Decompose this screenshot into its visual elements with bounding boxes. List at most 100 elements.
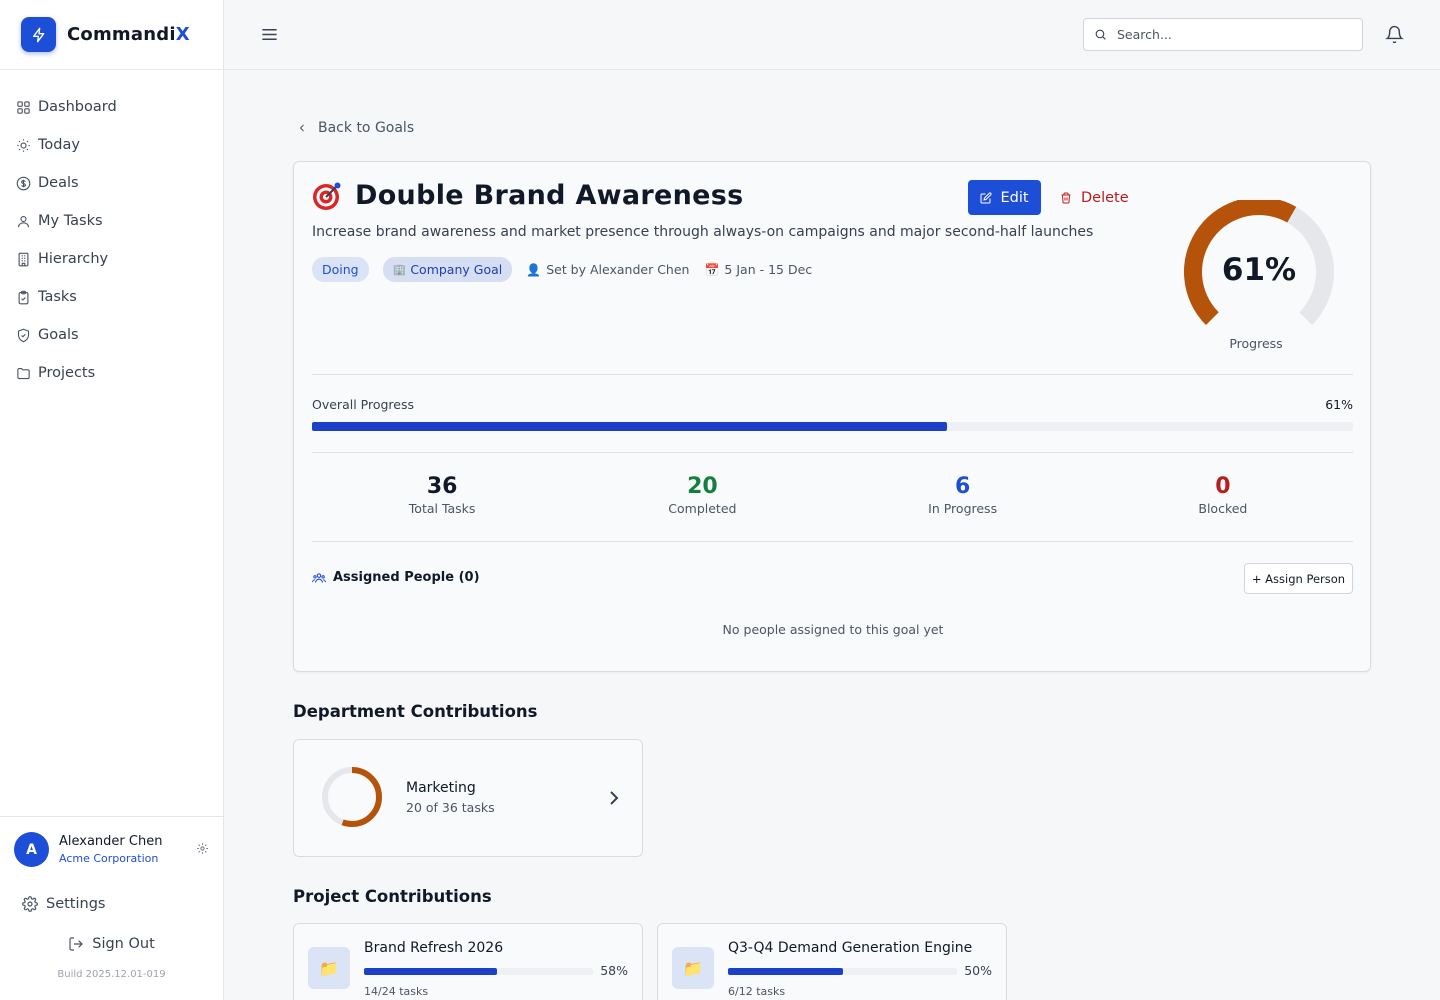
user-panel: A Alexander Chen Acme Corporation Settin… [0,816,223,1000]
stat-value: 20 [687,474,718,499]
folder-icon: 📁 [672,947,714,989]
project-progress-fill [364,968,497,975]
goal-date-range: 📅 5 Jan - 15 Dec [704,262,813,277]
divider [312,541,1353,542]
project-progress-fill [728,968,843,975]
stat-total-tasks: 36 Total Tasks [312,474,572,516]
sidebar-item-label: Goals [38,327,79,343]
edit-button[interactable]: Edit [968,180,1041,215]
overall-progress-bar [312,422,1353,431]
status-badge: Doing [312,257,369,282]
sidebar-item-tasks[interactable]: Tasks [0,278,223,316]
build-version: Build 2025.12.01-019 [57,969,166,980]
search-icon [1095,29,1106,40]
person-icon: 👤 [526,262,542,277]
sidebar-item-projects[interactable]: Projects [0,354,223,392]
brand[interactable]: CommandiX [0,0,223,70]
goal-header: Double Brand Awareness [312,180,744,211]
topbar [224,0,1440,70]
divider [312,452,1353,453]
back-to-goals-link[interactable]: Back to Goals [296,120,414,136]
stat-label: Blocked [1198,501,1248,516]
sidebar-item-label: Hierarchy [38,251,109,267]
target-icon [313,182,341,210]
project-name: Q3-Q4 Demand Generation Engine [728,940,973,956]
folder-icon [17,367,30,379]
folder-icon: 📁 [308,947,350,989]
stat-value: 6 [954,474,971,499]
gauge-value: 61% [1221,252,1297,288]
sidebar-item-label: Projects [38,365,96,381]
menu-toggle-icon[interactable] [260,25,279,44]
stat-blocked: 0 Blocked [1093,474,1353,516]
goal-title: Double Brand Awareness [355,180,744,211]
sidebar-item-today[interactable]: Today [0,126,223,164]
project-name: Brand Refresh 2026 [364,940,504,956]
overall-progress-fill [312,422,947,431]
project-card[interactable]: 📁 Brand Refresh 2026 58% 14/24 tasks [293,923,643,1000]
brand-name: CommandiX [67,24,190,45]
settings-link[interactable]: Settings [0,896,223,912]
department-card-marketing[interactable]: Marketing 20 of 36 tasks [293,739,643,857]
department-contributions-title: Department Contributions [293,702,538,721]
search-box[interactable] [1083,18,1363,51]
overall-progress-percent: 61% [1325,397,1353,412]
delete-button[interactable]: Delete [1060,180,1129,215]
edit-label: Edit [1000,189,1029,206]
building-icon [18,252,29,266]
calendar-icon: 📅 [704,262,720,277]
divider [312,374,1353,375]
assigned-people-heading: Assigned People (0) [312,570,480,585]
sun-icon [17,138,30,152]
project-progress-percent: 50% [964,963,992,978]
sidebar-item-deals[interactable]: Deals [0,164,223,202]
user-org: Acme Corporation [59,852,159,865]
bell-icon[interactable] [1385,25,1404,48]
stat-value: 36 [426,474,458,499]
department-name: Marketing [406,780,476,796]
project-progress-percent: 58% [600,963,628,978]
gauge-label: Progress [1229,336,1283,351]
settings-label: Settings [46,896,106,912]
back-label: Back to Goals [318,120,415,136]
stat-in-progress: 6 In Progress [833,474,1093,516]
sidebar-item-label: Deals [38,175,79,191]
building-icon: 🏢 [392,263,407,276]
gear-icon[interactable] [196,840,209,859]
shield-check-icon [17,328,30,342]
stat-value: 0 [1215,474,1231,499]
empty-assigned-message: No people assigned to this goal yet [722,622,944,637]
sidebar-item-label: Today [38,137,80,153]
goal-owner: 👤 Set by Alexander Chen [526,262,690,277]
stat-label: Completed [668,501,737,516]
sidebar-item-my-tasks[interactable]: My Tasks [0,202,223,240]
edit-icon [980,191,993,203]
sidebar-nav: Dashboard Today Deals My Tasks Hierarchy… [0,70,223,392]
sidebar-item-hierarchy[interactable]: Hierarchy [0,240,223,278]
sidebar-item-goals[interactable]: Goals [0,316,223,354]
search-input[interactable] [1117,27,1337,42]
stat-completed: 20 Completed [572,474,832,516]
lightning-icon [21,17,56,52]
project-task-count: 14/24 tasks [364,985,429,998]
delete-label: Delete [1081,189,1129,206]
sidebar: CommandiX Dashboard Today Deals My Tasks… [0,0,224,1000]
gear-icon [22,896,38,912]
project-contributions-title: Project Contributions [293,887,492,906]
project-card[interactable]: 📁 Q3-Q4 Demand Generation Engine 50% 6/1… [657,923,1007,1000]
goal-type-badge: 🏢 Company Goal [382,257,513,282]
sidebar-item-label: Dashboard [38,99,117,115]
dollar-icon [16,176,31,190]
sidebar-item-dashboard[interactable]: Dashboard [0,88,223,126]
avatar[interactable]: A [14,832,49,867]
stat-label: Total Tasks [408,501,476,516]
assigned-people-title: Assigned People (0) [333,570,480,585]
user-icon [17,215,30,227]
assign-person-button[interactable]: + Assign Person [1244,563,1353,594]
chevron-right-icon [608,790,620,809]
goal-meta: Doing 🏢 Company Goal 👤 Set by Alexander Ch… [312,257,827,282]
overall-progress-label: Overall Progress [312,397,414,412]
sign-out-button[interactable]: Sign Out [0,936,223,952]
sign-out-label: Sign Out [92,936,155,952]
task-stats: 36 Total Tasks 20 Completed 6 In Progres… [312,474,1353,516]
